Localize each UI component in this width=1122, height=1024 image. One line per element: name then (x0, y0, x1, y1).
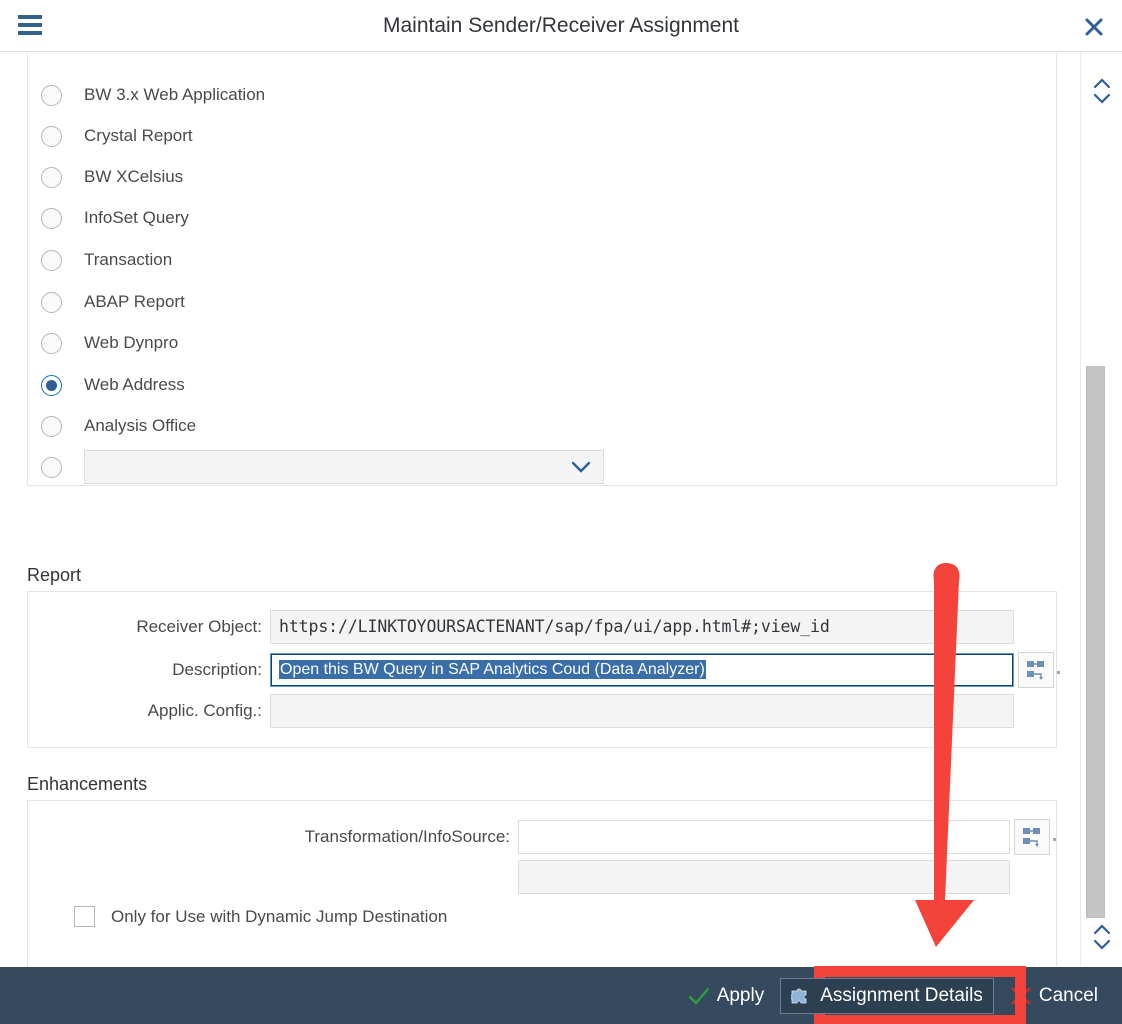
radio-label: Analysis Office (84, 416, 197, 435)
radio-label: Web Address (84, 375, 185, 394)
puzzle-piece-icon (791, 988, 807, 1003)
hierarchy-value-help-icon[interactable] (1014, 819, 1050, 855)
transformation-infosource-secondary-input[interactable] (518, 860, 1010, 894)
radio-icon-selected (41, 374, 62, 396)
receiver-object-input[interactable]: https://LINKTOYOURSACTENANT/sap/fpa/ui/a… (270, 610, 1014, 644)
chevron-down-icon (1093, 93, 1111, 104)
chevron-down-icon (1093, 939, 1111, 950)
description-selected-text: Open this BW Query in SAP Analytics Coud… (279, 660, 706, 679)
report-type-dropdown[interactable] (84, 450, 604, 484)
field-label-receiver-object: Receiver Object: (136, 617, 262, 636)
radio-option-web-dynpro[interactable]: Web Dynpro (41, 322, 178, 364)
scroll-up-down-bottom[interactable] (1090, 921, 1114, 953)
radio-option-bw-xcelsius[interactable]: BW XCelsius (41, 156, 183, 198)
radio-option-web-address[interactable]: Web Address (41, 364, 185, 406)
page-title: Maintain Sender/Receiver Assignment (382, 14, 739, 37)
field-row-description: Description: Open this BW Query in SAP A… (28, 652, 1060, 688)
radio-label: BW XCelsius (84, 167, 184, 186)
checkbox-icon (74, 906, 95, 927)
description-input[interactable]: Open this BW Query in SAP Analytics Coud… (270, 653, 1014, 687)
dialog-window: Maintain Sender/Receiver Assignment BW 3… (0, 0, 1122, 1024)
radio-icon (41, 332, 62, 354)
assignment-details-button[interactable]: Assignment Details (780, 977, 994, 1014)
field-label-applic-config: Applic. Config.: (147, 701, 262, 720)
radio-option-transaction[interactable]: Transaction (41, 239, 172, 281)
close-icon[interactable] (1080, 13, 1108, 41)
value-help-more-dot (1053, 838, 1056, 841)
title-bar: Maintain Sender/Receiver Assignment (0, 0, 1122, 52)
radio-option-abap-report[interactable]: ABAP Report (41, 281, 185, 323)
chevron-down-icon (571, 461, 591, 473)
radio-option-bw3x-web-application[interactable]: BW 3.x Web Application (41, 74, 265, 116)
report-panel: Receiver Object: https://LINKTOYOURSACTE… (27, 591, 1060, 748)
value-help-more-dot (1057, 671, 1060, 674)
radio-option-analysis-office[interactable]: Analysis Office (41, 405, 196, 447)
hierarchy-value-help-icon[interactable] (1018, 652, 1054, 688)
radio-label: ABAP Report (84, 292, 185, 311)
cross-icon (1011, 987, 1031, 1004)
radio-icon (41, 166, 62, 188)
radio-icon (41, 84, 62, 106)
scrollbar-thumb[interactable] (1086, 366, 1105, 918)
radio-icon (41, 415, 62, 437)
field-row-transformation-infosource-secondary (28, 860, 1010, 894)
radio-label: Transaction (84, 250, 173, 269)
radio-icon (41, 125, 62, 147)
cancel-label: Cancel (1038, 984, 1098, 1006)
field-label-description: Description: (172, 660, 262, 679)
field-row-applic-config: Applic. Config.: (28, 694, 1014, 728)
radio-icon (41, 207, 62, 229)
radio-option-custom[interactable] (41, 446, 604, 488)
scrollbar-track[interactable] (1086, 366, 1105, 918)
enhancements-section-title: Enhancements (27, 774, 148, 794)
checkbox-label: Only for Use with Dynamic Jump Destinati… (111, 906, 448, 926)
applic-config-input[interactable] (270, 694, 1014, 728)
apply-button[interactable]: Apply (678, 979, 775, 1013)
checkbox-only-for-use-with-dynamic-jump-destination[interactable]: Only for Use with Dynamic Jump Destinati… (74, 906, 447, 927)
field-row-receiver-object: Receiver Object: https://LINKTOYOURSACTE… (28, 610, 1014, 644)
field-label-transformation-infosource: Transformation/InfoSource: (304, 827, 510, 846)
footer-toolbar: Apply Assignment Details Cancel (0, 967, 1122, 1024)
radio-label: Web Dynpro (84, 333, 179, 352)
enhancements-panel: Transformation/InfoSource: Only for Use … (27, 800, 1057, 966)
report-section-title: Report (27, 565, 82, 585)
radio-option-infoset-query[interactable]: InfoSet Query (41, 197, 189, 239)
dialog-content: BW 3.x Web Application Crystal Report BW… (0, 53, 1080, 966)
radio-label: InfoSet Query (84, 208, 189, 227)
radio-icon (41, 249, 62, 271)
cancel-button[interactable]: Cancel (1000, 979, 1108, 1013)
radio-icon (41, 456, 62, 478)
chevron-up-icon (1093, 78, 1111, 89)
assignment-details-label: Assignment Details (820, 984, 983, 1006)
radio-label: BW 3.x Web Application (84, 85, 266, 104)
apply-label: Apply (716, 984, 765, 1006)
transformation-infosource-input[interactable] (518, 820, 1010, 854)
field-row-transformation-infosource: Transformation/InfoSource: (28, 819, 1056, 855)
scrollbar (1080, 53, 1122, 966)
radio-icon (41, 291, 62, 313)
chevron-up-icon (1093, 924, 1111, 935)
radio-label: Crystal Report (84, 126, 193, 145)
report-type-panel: BW 3.x Web Application Crystal Report BW… (27, 53, 1057, 486)
scroll-up-down-top[interactable] (1090, 75, 1114, 107)
check-icon (688, 987, 709, 1004)
radio-option-crystal-report[interactable]: Crystal Report (41, 115, 193, 157)
